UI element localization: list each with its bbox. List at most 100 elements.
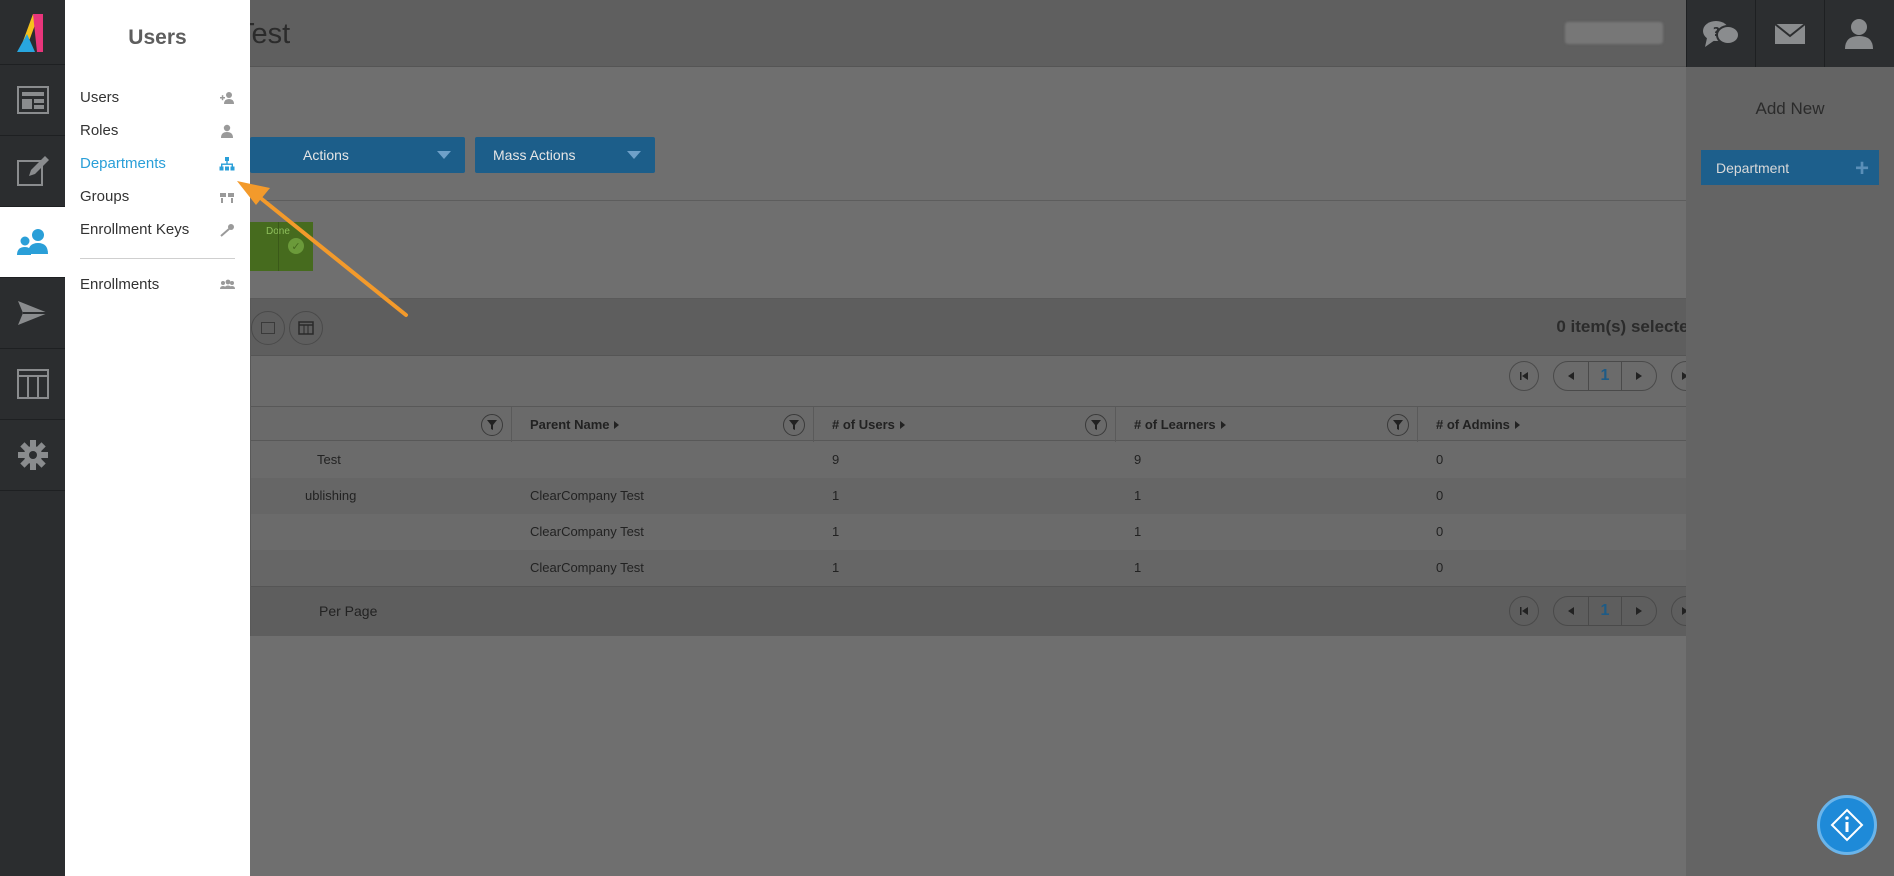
menu-item-enrollment-keys[interactable]: Enrollment Keys bbox=[80, 221, 235, 243]
messages-button[interactable] bbox=[1755, 0, 1824, 67]
column-header-learners[interactable]: # of Learners bbox=[1134, 407, 1226, 442]
cell-admins: 0 bbox=[1436, 524, 1444, 539]
sort-icon bbox=[899, 420, 905, 429]
table-row[interactable]: ClearCompany Test 1 1 0 bbox=[251, 550, 1719, 586]
cell-name: Test bbox=[317, 452, 341, 467]
cell-learners: 1 bbox=[1134, 488, 1142, 503]
chevron-down-icon bbox=[437, 151, 451, 159]
table-icon bbox=[298, 321, 314, 335]
menu-item-users[interactable]: Users bbox=[80, 89, 235, 111]
send-icon bbox=[17, 301, 48, 325]
check-icon: ✓ bbox=[288, 238, 304, 254]
column-header-users[interactable]: # of Users bbox=[832, 407, 905, 442]
table-header: Parent Name # of Users # of Learners # o… bbox=[251, 406, 1719, 442]
prev-page-icon bbox=[1568, 372, 1574, 380]
mass-actions-button[interactable]: Mass Actions bbox=[475, 137, 655, 173]
nav-settings[interactable] bbox=[0, 420, 65, 491]
first-page-button[interactable] bbox=[1509, 361, 1539, 391]
current-page[interactable]: 1 bbox=[1588, 362, 1622, 390]
users-flyout-menu: Users Users Roles Departments Groups Enr… bbox=[65, 0, 250, 876]
filter-button-learners[interactable] bbox=[1387, 414, 1409, 436]
cell-admins: 0 bbox=[1436, 452, 1444, 467]
cell-parent: ClearCompany Test bbox=[530, 560, 644, 575]
prev-page-button[interactable] bbox=[1554, 362, 1588, 390]
first-page-button[interactable] bbox=[1509, 596, 1539, 626]
pagination-bottom: 1 bbox=[1509, 596, 1701, 626]
nav-send[interactable] bbox=[0, 278, 65, 349]
filter-button-parent-name[interactable] bbox=[783, 414, 805, 436]
cell-parent: ClearCompany Test bbox=[530, 488, 644, 503]
help-chat-button[interactable]: ? bbox=[1686, 0, 1755, 67]
enrollments-icon bbox=[219, 278, 235, 296]
nav-courses[interactable] bbox=[0, 136, 65, 207]
filter-button-users[interactable] bbox=[1085, 414, 1107, 436]
menu-item-groups[interactable]: Groups bbox=[80, 188, 235, 210]
table-row[interactable]: ublishing ClearCompany Test 1 1 0 bbox=[251, 478, 1719, 514]
cell-learners: 9 bbox=[1134, 452, 1142, 467]
user-add-icon bbox=[219, 91, 235, 109]
user-profile-icon bbox=[1845, 18, 1873, 49]
prev-page-icon bbox=[1568, 607, 1574, 615]
departments-table-panel: 0 item(s) selected 1 Parent Name # of Us… bbox=[250, 298, 1720, 636]
filter-button-name[interactable] bbox=[481, 414, 503, 436]
selected-count: 0 item(s) selected bbox=[1556, 317, 1699, 336]
profile-button[interactable] bbox=[1824, 0, 1893, 67]
app-logo[interactable] bbox=[0, 0, 65, 65]
cell-users: 1 bbox=[832, 560, 840, 575]
flyout-title: Users bbox=[128, 26, 187, 49]
menu-item-roles[interactable]: Roles bbox=[80, 122, 235, 144]
nav-users[interactable] bbox=[0, 207, 65, 278]
right-panel: Add New Department + bbox=[1686, 67, 1894, 876]
next-page-icon bbox=[1636, 372, 1642, 380]
nav-catalog[interactable] bbox=[0, 349, 65, 420]
add-new-heading: Add New bbox=[1755, 99, 1825, 118]
cell-name: ublishing bbox=[305, 488, 357, 503]
column-header-parent-name[interactable]: Parent Name bbox=[530, 407, 620, 442]
chat-help-icon: ? bbox=[1703, 20, 1740, 47]
first-page-icon bbox=[1520, 607, 1528, 615]
nav-dashboard[interactable] bbox=[0, 65, 65, 136]
groups-icon bbox=[219, 190, 235, 208]
table-footer: Per Page 1 bbox=[251, 586, 1719, 636]
table-row[interactable]: ClearCompany Test 1 1 0 bbox=[251, 514, 1719, 550]
key-icon bbox=[219, 223, 235, 241]
chevron-down-icon bbox=[627, 151, 641, 159]
actions-label: Actions bbox=[303, 147, 349, 163]
left-nav-rail bbox=[0, 0, 65, 876]
image-icon bbox=[261, 322, 275, 334]
divider bbox=[255, 200, 1846, 201]
table-toolbar: 0 item(s) selected bbox=[251, 299, 1719, 356]
column-header-admins[interactable]: # of Admins bbox=[1436, 407, 1520, 442]
filter-icon bbox=[1393, 420, 1403, 430]
users-icon bbox=[16, 229, 48, 255]
table-row[interactable]: Test 9 9 0 bbox=[251, 442, 1719, 478]
dashboard-icon bbox=[16, 86, 49, 114]
pagination-top: 1 bbox=[1509, 361, 1701, 391]
mail-icon bbox=[1774, 22, 1806, 44]
main-content: y Test Actions Mass Actions Done ✓ bbox=[65, 0, 1846, 876]
plus-icon: + bbox=[1854, 155, 1869, 182]
actions-button[interactable]: Actions bbox=[285, 137, 465, 173]
next-page-icon bbox=[1636, 607, 1642, 615]
menu-item-enrollments[interactable]: Enrollments bbox=[80, 276, 235, 298]
menu-item-departments[interactable]: Departments bbox=[80, 155, 235, 177]
cell-users: 9 bbox=[832, 452, 840, 467]
cell-admins: 0 bbox=[1436, 560, 1444, 575]
prev-page-button[interactable] bbox=[1554, 597, 1588, 625]
cell-learners: 1 bbox=[1134, 524, 1142, 539]
view-toggle-button[interactable] bbox=[251, 311, 285, 345]
cell-users: 1 bbox=[832, 488, 840, 503]
columns-toggle-button[interactable] bbox=[289, 311, 323, 345]
logo-icon bbox=[16, 14, 43, 52]
info-help-button[interactable] bbox=[1817, 795, 1877, 855]
add-department-label: Department bbox=[1716, 159, 1790, 176]
current-page[interactable]: 1 bbox=[1588, 597, 1622, 625]
next-page-button[interactable] bbox=[1622, 362, 1656, 390]
next-page-button[interactable] bbox=[1622, 597, 1656, 625]
add-department-button[interactable]: Department + bbox=[1701, 150, 1879, 185]
org-chart-icon bbox=[219, 157, 235, 175]
user-name-blurred bbox=[1565, 22, 1663, 44]
first-page-icon bbox=[1520, 372, 1528, 380]
sort-icon bbox=[1514, 420, 1520, 429]
status-tile[interactable]: Done ✓ bbox=[250, 222, 313, 271]
